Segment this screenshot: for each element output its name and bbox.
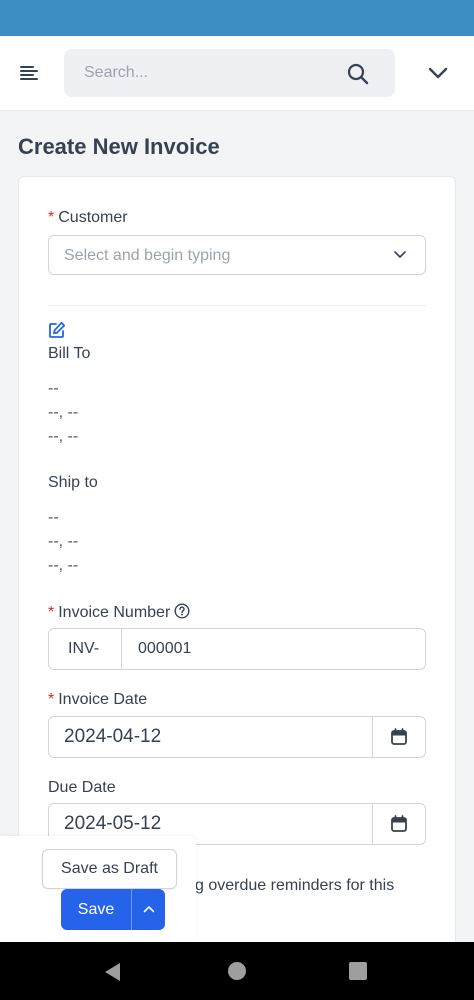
search-box	[64, 49, 395, 97]
menu-icon[interactable]	[20, 66, 38, 82]
due-date-label: Due Date	[48, 779, 116, 796]
save-as-draft-button[interactable]: Save as Draft	[42, 849, 177, 889]
page-title: Create New Invoice	[18, 134, 220, 159]
invoice-number-group: INV-	[48, 628, 426, 670]
bill-to-line: --, --	[48, 428, 79, 445]
bill-to-label: Bill To	[48, 345, 91, 362]
required-mark: *	[48, 604, 55, 621]
search-icon[interactable]	[347, 63, 369, 85]
calendar-icon	[391, 728, 407, 745]
back-icon[interactable]	[104, 962, 122, 982]
ship-to-line: --	[48, 509, 59, 526]
required-mark: *	[48, 209, 55, 226]
ship-to-label: Ship to	[48, 474, 98, 491]
save-options-toggle[interactable]	[131, 889, 165, 930]
chevron-up-icon	[143, 906, 155, 913]
edit-icon[interactable]	[48, 321, 66, 339]
due-date-calendar-button[interactable]	[372, 804, 425, 844]
invoice-number-prefix: INV-	[49, 629, 122, 669]
recent-apps-icon[interactable]	[349, 962, 367, 980]
status-bar	[0, 0, 474, 36]
home-icon[interactable]	[228, 962, 246, 980]
save-button-group: Save	[61, 889, 165, 930]
chevron-down-icon	[394, 251, 406, 258]
customer-label: * Customer	[48, 209, 128, 227]
chevron-down-icon[interactable]	[428, 66, 448, 80]
calendar-icon	[391, 815, 407, 832]
ship-to-line: --, --	[48, 533, 79, 550]
search-input[interactable]	[64, 49, 334, 97]
invoice-prefix-text: INV-	[68, 640, 100, 657]
invoice-date-group	[48, 716, 426, 758]
required-mark: *	[48, 691, 55, 708]
ship-to-line: --, --	[48, 557, 79, 574]
help-icon[interactable]	[174, 603, 190, 619]
reminder-toggle-label: g overdue reminders for this	[195, 877, 395, 894]
top-bar	[0, 36, 474, 111]
divider	[48, 305, 426, 306]
invoice-date-label-text: Invoice Date	[58, 691, 148, 708]
customer-select[interactable]: Select and begin typing	[48, 235, 426, 275]
bill-to-line: --	[48, 380, 59, 397]
invoice-date-input[interactable]	[49, 717, 373, 757]
invoice-number-label: * Invoice Number	[48, 603, 190, 622]
invoice-date-calendar-button[interactable]	[372, 717, 425, 757]
bill-to-line: --, --	[48, 404, 79, 421]
invoice-date-label: * Invoice Date	[48, 691, 147, 709]
customer-label-text: Customer	[58, 209, 128, 226]
save-button[interactable]: Save	[61, 889, 131, 930]
invoice-number-input[interactable]	[123, 629, 423, 669]
customer-select-placeholder: Select and begin typing	[64, 247, 231, 264]
invoice-number-label-text: Invoice Number	[58, 604, 171, 621]
